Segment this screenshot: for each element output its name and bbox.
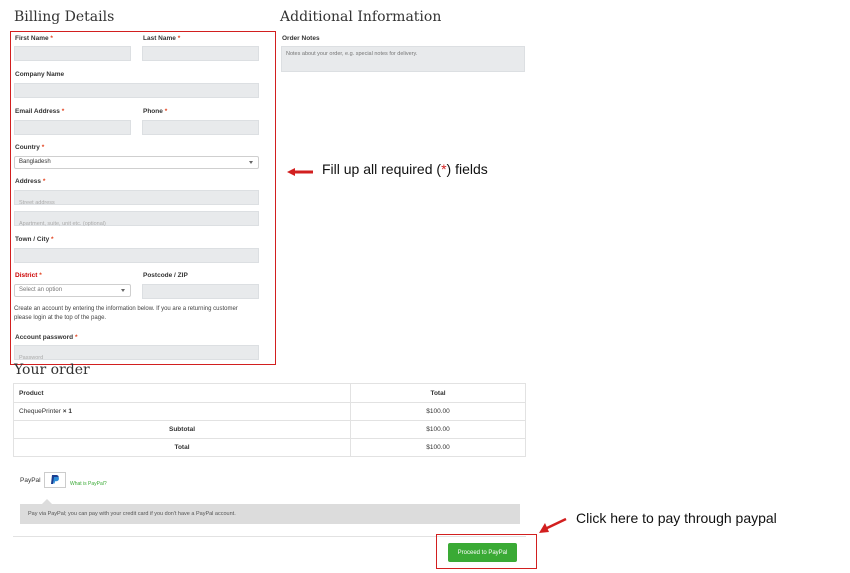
arrow-down-left-icon — [539, 517, 567, 535]
district-placeholder: Select an option — [19, 287, 63, 293]
order-notes-label: Order Notes — [282, 35, 320, 42]
postcode-label: Postcode / ZIP — [143, 272, 188, 279]
arrow-left-icon — [287, 163, 313, 176]
chevron-down-icon — [249, 161, 253, 164]
subtotal-value: $100.00 — [350, 420, 526, 439]
column-header-product: Product — [13, 383, 351, 403]
table-row: Subtotal $100.00 — [13, 420, 526, 439]
paypal-description: Pay via PayPal; you can pay with your cr… — [20, 499, 520, 524]
phone-label: Phone * — [143, 108, 168, 115]
order-table: Product Total ChequePrinter × 1 $100.00 … — [13, 383, 526, 457]
apartment-field[interactable] — [14, 211, 259, 231]
district-select[interactable]: Select an option — [14, 284, 131, 297]
account-password-field[interactable] — [14, 345, 259, 365]
town-field[interactable] — [14, 248, 259, 268]
chevron-down-icon — [121, 289, 125, 292]
country-label: Country * — [15, 144, 45, 151]
fill-required-annotation: Fill up all required (*) fields — [322, 161, 488, 177]
district-label: District * — [15, 272, 42, 279]
account-note: Create an account by entering the inform… — [14, 306, 238, 321]
street-address-field[interactable] — [14, 190, 259, 210]
last-name-field[interactable] — [142, 46, 259, 66]
phone-field[interactable] — [142, 120, 259, 140]
total-label: Total — [13, 438, 351, 457]
paypal-logo-icon — [44, 472, 66, 488]
proceed-to-paypal-button[interactable]: Proceed to PayPal — [448, 543, 517, 562]
total-value: $100.00 — [350, 438, 526, 457]
last-name-label: Last Name * — [143, 35, 181, 42]
table-row: Total $100.00 — [13, 438, 526, 457]
what-is-paypal-link[interactable]: What is PayPal? — [70, 481, 107, 487]
subtotal-label: Subtotal — [13, 420, 351, 439]
country-select[interactable]: Bangladesh — [14, 156, 259, 169]
email-field[interactable] — [14, 120, 131, 140]
billing-heading: Billing Details — [14, 9, 115, 25]
product-total-cell: $100.00 — [350, 402, 526, 421]
address-label: Address * — [15, 178, 46, 185]
company-name-label: Company Name — [15, 71, 65, 78]
company-name-field[interactable] — [14, 83, 259, 103]
table-row: ChequePrinter × 1 $100.00 — [13, 402, 526, 421]
product-cell: ChequePrinter × 1 — [13, 402, 351, 421]
email-label: Email Address * — [15, 108, 65, 115]
paypal-method-label[interactable]: PayPal — [20, 477, 41, 484]
additional-info-heading: Additional Information — [280, 9, 442, 25]
column-header-total: Total — [350, 383, 526, 403]
order-notes-textarea[interactable] — [281, 46, 525, 72]
postcode-field[interactable] — [142, 284, 259, 304]
country-selected-value: Bangladesh — [19, 159, 51, 165]
pay-paypal-annotation: Click here to pay through paypal — [576, 510, 777, 526]
first-name-label: First Name * — [15, 35, 53, 42]
first-name-field[interactable] — [14, 46, 131, 66]
town-label: Town / City * — [15, 236, 54, 243]
account-password-label: Account password * — [15, 334, 78, 341]
your-order-heading: Your order — [14, 362, 90, 378]
